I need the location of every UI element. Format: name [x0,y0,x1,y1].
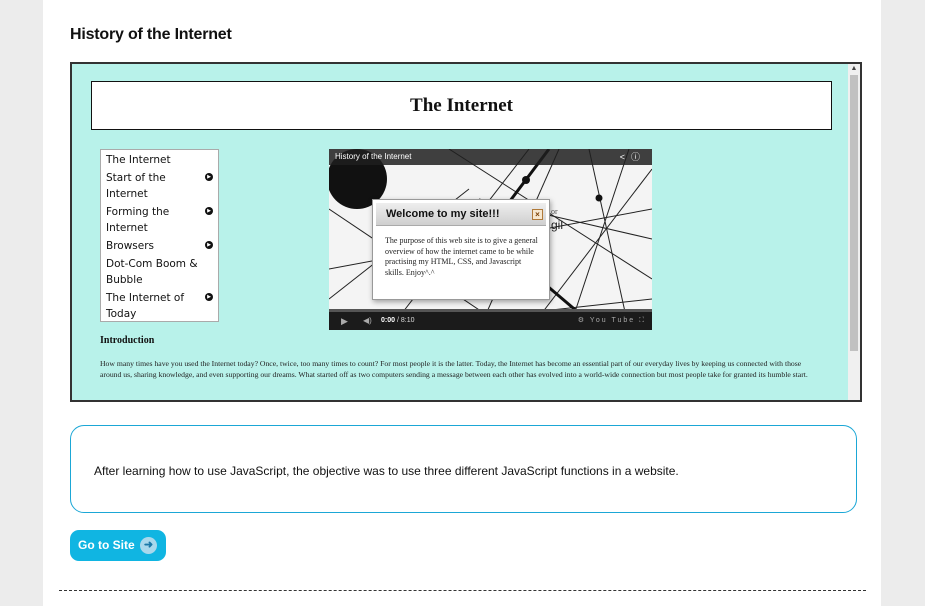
welcome-modal: Welcome to my site!!! × The purpose of t… [372,199,550,300]
modal-title: Welcome to my site!!! [386,208,500,220]
share-icon[interactable]: < [620,152,631,162]
nav-item-label: Dot-Com Boom & Bubble [106,258,198,286]
play-icon[interactable]: ▶ [341,312,348,330]
intro-paragraph: How many times have you used the Interne… [100,359,808,379]
video-bg-text: or [551,207,558,216]
divider [59,590,866,591]
project-card: History of the Internet The Internet The… [43,0,881,606]
nav-item-the-internet[interactable]: The Internet [106,152,213,168]
close-icon[interactable]: × [532,209,543,220]
scroll-thumb[interactable] [850,75,858,351]
info-icon[interactable]: ⓘ [631,152,646,162]
button-label: Go to Site [78,538,135,552]
arrow-right-icon: ▶ [205,293,213,301]
nav-item-label: Forming the Internet [106,206,170,234]
nav-item-internet-of-today[interactable]: The Internet of Today ▶ [106,290,213,322]
nav-item-label: The Internet [106,154,171,166]
project-description: After learning how to use JavaScript, th… [70,425,857,513]
nav-item-label: Start of the Internet [106,172,166,200]
project-title: History of the Internet [70,26,232,43]
settings-icon[interactable]: ⚙ [578,317,586,324]
video-time-current: 0:00 [381,317,396,324]
arrow-right-icon: ▶ [205,207,213,215]
nav-item-label: The Internet of Today [106,292,185,320]
video-title: History of the Internet [335,152,412,161]
youtube-logo[interactable]: You Tube [590,317,635,324]
nav-item-browsers[interactable]: Browsers ▶ [106,238,213,254]
video-time: 0:00 / 8:10 [381,312,414,330]
nav-item-forming-the-internet[interactable]: Forming the Internet ▶ [106,204,213,236]
arrow-right-icon: ▶ [205,173,213,181]
nav-item-dot-com-boom[interactable]: Dot-Com Boom & Bubble [106,256,213,288]
frame-scrollbar[interactable]: ▲ [848,64,860,400]
nav-item-start-of-the-internet[interactable]: Start of the Internet ▶ [106,170,213,202]
modal-body: The purpose of this web site is to give … [385,236,538,277]
arrow-right-icon: ▶ [205,241,213,249]
embed-nav: The Internet Start of the Internet ▶ Form… [100,149,219,322]
video-title-bar: History of the Internet <ⓘ [329,149,652,165]
intro-heading: Introduction [100,335,155,346]
arrow-right-icon: ➜ [140,537,157,554]
scroll-up-icon[interactable]: ▲ [848,64,860,74]
site-preview-frame[interactable]: The Internet The Internet Start of the I… [70,62,862,402]
video-time-total: / 8:10 [395,317,415,324]
description-text: After learning how to use JavaScript, th… [94,464,679,478]
video-bg-text: gil [551,218,563,232]
go-to-site-button[interactable]: Go to Site ➜ [70,530,166,561]
video-controls: ▶ ◀) 0:00 / 8:10 ⚙ You Tube ⛶ [329,309,652,330]
embed-header: The Internet [91,81,832,130]
volume-icon[interactable]: ◀) [363,312,372,330]
fullscreen-icon[interactable]: ⛶ [639,317,646,324]
nav-item-label: Browsers [106,240,155,252]
modal-header: Welcome to my site!!! × [376,203,546,226]
